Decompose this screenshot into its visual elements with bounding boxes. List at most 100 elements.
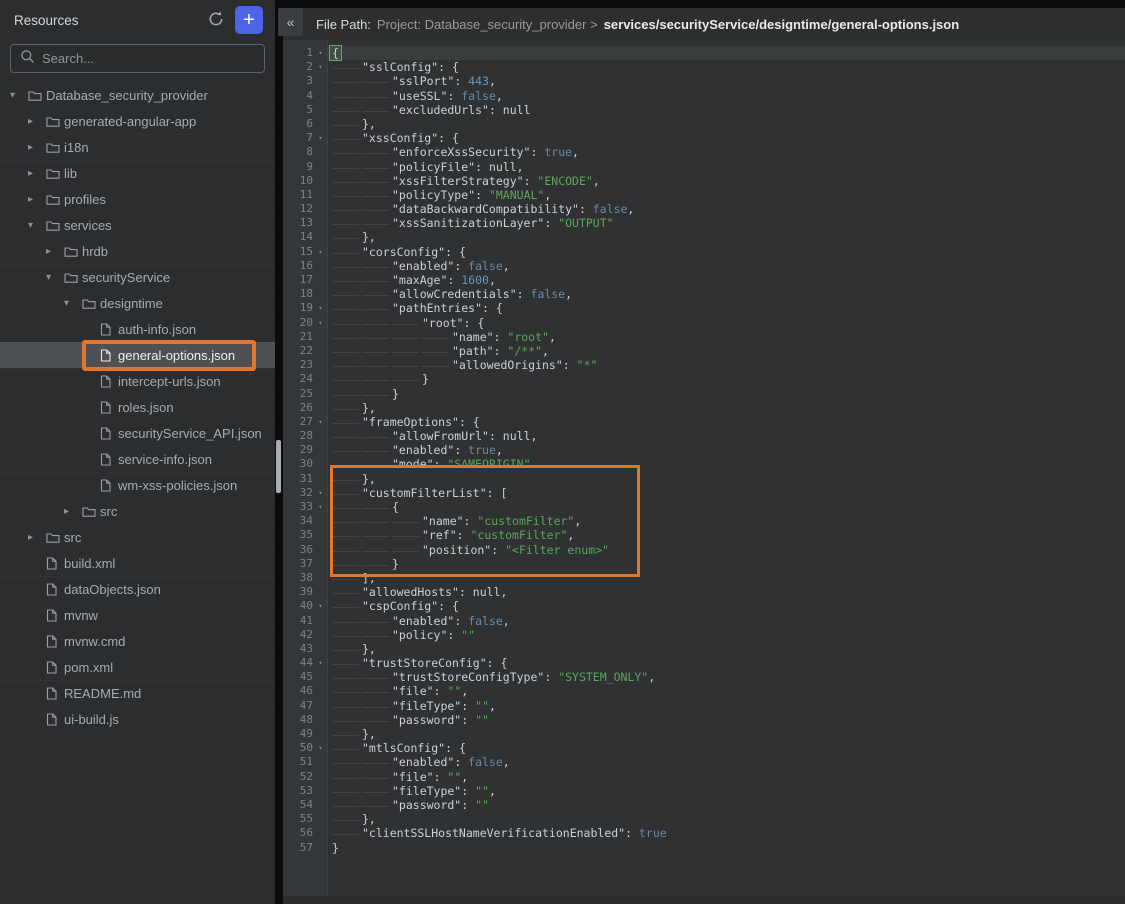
fold-marker-icon[interactable]: ▾ [313,500,328,514]
refresh-button[interactable] [205,9,227,31]
code-line[interactable]: 5"excludedUrls": null [283,103,1125,117]
tree-item-profiles[interactable]: ▸profiles [0,186,275,212]
code-line[interactable]: 34"name": "customFilter", [283,514,1125,528]
code-line[interactable]: 50▾"mtlsConfig": { [283,741,1125,755]
code-line[interactable]: 20▾"root": { [283,316,1125,330]
code-line[interactable]: 33▾{ [283,500,1125,514]
code-line[interactable]: 26}, [283,401,1125,415]
fold-marker-icon[interactable]: ▾ [313,316,328,330]
code-line[interactable]: 49}, [283,727,1125,741]
code-line[interactable]: 48"password": "" [283,713,1125,727]
code-line[interactable]: 4"useSSL": false, [283,89,1125,103]
tree-item-securityService[interactable]: ▾securityService [0,264,275,290]
tree-item-wm-xss-policies.json[interactable]: wm-xss-policies.json [0,472,275,498]
code-line[interactable]: 36"position": "<Filter enum>" [283,543,1125,557]
tree-item-intercept-urls.json[interactable]: intercept-urls.json [0,368,275,394]
add-resource-button[interactable]: + [235,6,263,34]
fold-marker-icon[interactable]: ▾ [313,599,328,613]
code-line[interactable]: 44▾"trustStoreConfig": { [283,656,1125,670]
fold-marker-icon[interactable]: ▾ [313,486,328,500]
sidebar-scrollbar-thumb[interactable] [276,440,281,493]
code-line[interactable]: 47"fileType": "", [283,699,1125,713]
chevron-right-icon[interactable]: ▸ [46,246,64,257]
code-line[interactable]: 24} [283,372,1125,386]
collapse-panel-button[interactable]: « [278,8,303,36]
code-line[interactable]: 32▾"customFilterList": [ [283,486,1125,500]
code-line[interactable]: 52"file": "", [283,770,1125,784]
code-line[interactable]: 3"sslPort": 443, [283,74,1125,88]
code-line[interactable]: 6}, [283,117,1125,131]
code-line[interactable]: 42"policy": "" [283,628,1125,642]
tree-item-dataObjects.json[interactable]: dataObjects.json [0,576,275,602]
code-line[interactable]: 35"ref": "customFilter", [283,528,1125,542]
chevron-right-icon[interactable]: ▸ [28,168,46,179]
tree-item-mvnw.cmd[interactable]: mvnw.cmd [0,628,275,654]
chevron-right-icon[interactable]: ▸ [64,506,82,517]
tree-item-general-options.json[interactable]: general-options.json [0,342,275,368]
fold-marker-icon[interactable]: ▾ [313,131,328,145]
code-line[interactable]: 8"enforceXssSecurity": true, [283,145,1125,159]
chevron-right-icon[interactable]: ▸ [28,142,46,153]
code-line[interactable]: 21"name": "root", [283,330,1125,344]
tree-item-README.md[interactable]: README.md [0,680,275,706]
code-line[interactable]: 17"maxAge": 1600, [283,273,1125,287]
search-input[interactable] [42,51,255,66]
chevron-right-icon[interactable]: ▸ [28,194,46,205]
tree-item-lib[interactable]: ▸lib [0,160,275,186]
code-line[interactable]: 45"trustStoreConfigType": "SYSTEM_ONLY", [283,670,1125,684]
code-line[interactable]: 46"file": "", [283,684,1125,698]
code-editor[interactable]: 1▾{2▾"sslConfig": {3"sslPort": 443,4"use… [283,40,1125,904]
code-line[interactable]: 16"enabled": false, [283,259,1125,273]
code-line[interactable]: 12"dataBackwardCompatibility": false, [283,202,1125,216]
code-line[interactable]: 19▾"pathEntries": { [283,301,1125,315]
code-line[interactable]: 10"xssFilterStrategy": "ENCODE", [283,174,1125,188]
tree-item-build.xml[interactable]: build.xml [0,550,275,576]
code-line[interactable]: 15▾"corsConfig": { [283,245,1125,259]
code-line[interactable]: 27▾"frameOptions": { [283,415,1125,429]
tree-item-pom.xml[interactable]: pom.xml [0,654,275,680]
code-line[interactable]: 38], [283,571,1125,585]
code-line[interactable]: 29"enabled": true, [283,443,1125,457]
fold-marker-icon[interactable]: ▾ [313,415,328,429]
code-line[interactable]: 40▾"cspConfig": { [283,599,1125,613]
chevron-down-icon[interactable]: ▾ [64,298,82,309]
code-line[interactable]: 9"policyFile": null, [283,160,1125,174]
code-line[interactable]: 1▾{ [283,46,1125,60]
tree-item-hrdb[interactable]: ▸hrdb [0,238,275,264]
code-line[interactable]: 43}, [283,642,1125,656]
code-line[interactable]: 7▾"xssConfig": { [283,131,1125,145]
editor-hscrollbar[interactable] [283,896,1125,904]
tree-item-designtime[interactable]: ▾designtime [0,290,275,316]
fold-marker-icon[interactable]: ▾ [313,301,328,315]
tree-item-securityService_API.json[interactable]: securityService_API.json [0,420,275,446]
code-line[interactable]: 41"enabled": false, [283,614,1125,628]
tree-item-mvnw[interactable]: mvnw [0,602,275,628]
chevron-down-icon[interactable]: ▾ [28,220,46,231]
fold-marker-icon[interactable]: ▾ [313,60,328,74]
tree-item-auth-info.json[interactable]: auth-info.json [0,316,275,342]
code-line[interactable]: 30"mode": "SAMEORIGIN" [283,457,1125,471]
code-line[interactable]: 23"allowedOrigins": "*" [283,358,1125,372]
fold-marker-icon[interactable]: ▾ [313,656,328,670]
code-line[interactable]: 28"allowFromUrl": null, [283,429,1125,443]
code-line[interactable]: 31}, [283,472,1125,486]
code-line[interactable]: 54"password": "" [283,798,1125,812]
fold-marker-icon[interactable]: ▾ [313,741,328,755]
code-line[interactable]: 13"xssSanitizationLayer": "OUTPUT" [283,216,1125,230]
tree-item-service-info.json[interactable]: service-info.json [0,446,275,472]
chevron-right-icon[interactable]: ▸ [28,532,46,543]
code-line[interactable]: 11"policyType": "MANUAL", [283,188,1125,202]
code-line[interactable]: 2▾"sslConfig": { [283,60,1125,74]
chevron-down-icon[interactable]: ▾ [10,90,28,101]
fold-marker-icon[interactable]: ▾ [313,245,328,259]
tree-item-ui-build.js[interactable]: ui-build.js [0,706,275,732]
tree-item-services[interactable]: ▾services [0,212,275,238]
fold-marker-icon[interactable]: ▾ [313,46,328,60]
code-line[interactable]: 37} [283,557,1125,571]
tree-item-src[interactable]: ▸src [0,524,275,550]
code-line[interactable]: 53"fileType": "", [283,784,1125,798]
tree-item-generated-angular-app[interactable]: ▸generated-angular-app [0,108,275,134]
code-line[interactable]: 18"allowCredentials": false, [283,287,1125,301]
chevron-right-icon[interactable]: ▸ [28,116,46,127]
tree-item-i18n[interactable]: ▸i18n [0,134,275,160]
